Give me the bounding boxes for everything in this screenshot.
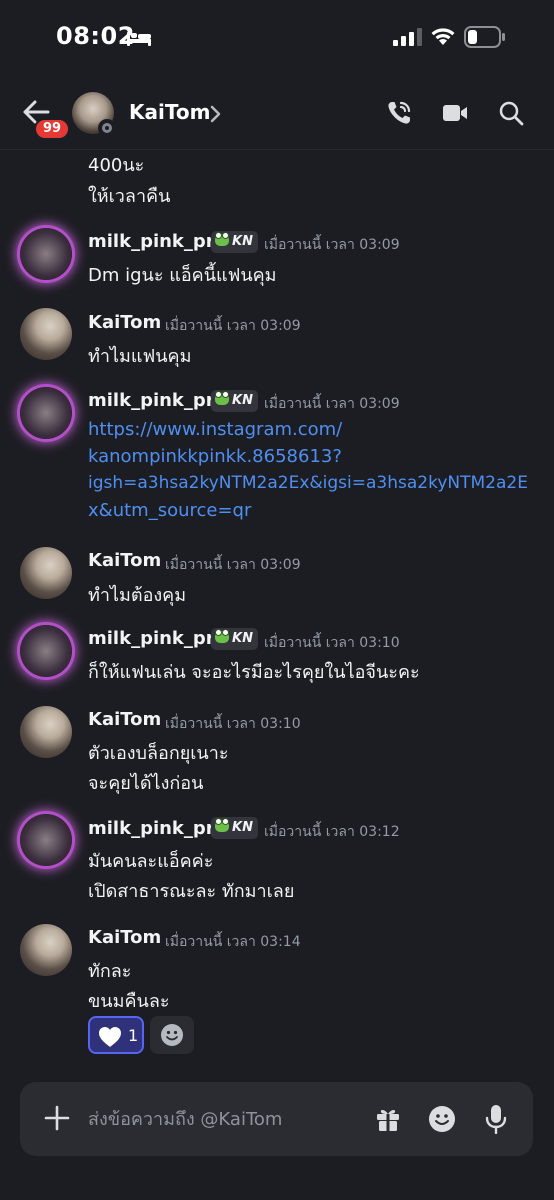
emoji-icon[interactable] [428,1105,456,1133]
frog-icon [215,818,229,832]
heart-icon [99,1027,121,1047]
message-author[interactable]: milk_pink_pr [88,390,215,411]
message-link[interactable]: https://www.instagram.com/ [88,419,342,440]
microphone-icon[interactable] [484,1104,508,1134]
guild-tag[interactable]: KN [211,628,258,650]
message-author[interactable]: KaiTom [88,550,161,571]
message-link[interactable]: igsh=a3hsa2kyNTM2a2Ex&igsi=a3hsa2kyNTM2a… [88,473,528,493]
gift-icon[interactable] [375,1106,401,1132]
avatar[interactable] [20,924,72,976]
guild-tag[interactable]: KN [211,390,258,412]
message-timestamp: เมื่อวานนี้ เวลา 03:09 [165,557,301,573]
frog-icon [215,232,229,246]
status-time: 08:02 [56,22,135,50]
message-text: Dm igนะ แอ็คนี้แฟนคุม [88,265,277,286]
message-author[interactable]: milk_pink_pr [88,231,215,252]
message-text: ทำไมต้องคุม [88,585,187,606]
avatar[interactable] [20,387,72,439]
cellular-signal-icon [393,28,422,46]
message-author[interactable]: milk_pink_pr [88,818,215,839]
status-bar: 08:02 [0,0,554,78]
wifi-icon [431,28,455,45]
message-author[interactable]: KaiTom [88,312,161,333]
emoji-icon [161,1024,183,1046]
avatar[interactable] [20,706,72,758]
message-composer [20,1082,533,1156]
message-timestamp: เมื่อวานนี้ เวลา 03:10 [264,635,400,651]
offline-status-icon [98,119,116,137]
avatar[interactable] [20,814,72,866]
message-text: ขนมคืนละ [88,991,170,1012]
message-input[interactable] [88,1096,358,1142]
message-timestamp: เมื่อวานนี้ เวลา 03:09 [264,396,400,412]
message-text: ก็ให้แฟนเล่น จะอะไรมีอะไรคุยในไอจีนะคะ [88,662,420,683]
chevron-right-icon[interactable] [210,105,222,123]
frog-icon [215,391,229,405]
message-timestamp: เมื่อวานนี้ เวลา 03:14 [165,934,301,950]
message-author[interactable]: milk_pink_pr [88,628,215,649]
message-text: ตัวเองบล็อกยุเนาะ [88,743,229,764]
search-icon[interactable] [498,100,524,126]
video-call-icon[interactable] [442,102,468,124]
add-reaction-button[interactable] [150,1016,194,1054]
guild-tag[interactable]: KN [211,817,258,839]
guild-tag[interactable]: KN [211,231,258,253]
message-link[interactable]: x&utm_source=qr [88,500,251,521]
message-author[interactable]: KaiTom [88,927,161,948]
message-text: ให้เวลาคืน [88,186,171,207]
message-link[interactable]: kanompinkkpinkk.8658613? [88,446,342,467]
message-text: จะคุยได้ไงก่อน [88,773,204,794]
guild-tag-label: KN [232,820,253,835]
message-author[interactable]: KaiTom [88,709,161,730]
avatar[interactable] [20,308,72,360]
reaction-count: 1 [128,1026,139,1045]
message-timestamp: เมื่อวานนี้ เวลา 03:10 [165,716,301,732]
reaction-heart-button[interactable]: 1 [88,1016,144,1054]
avatar[interactable] [20,625,72,677]
voice-call-icon[interactable] [386,100,412,126]
guild-tag-label: KN [232,393,253,408]
message-text: เปิดสาธารณะละ ทักมาเลย [88,881,295,902]
message-timestamp: เมื่อวานนี้ เวลา 03:09 [264,237,400,253]
message-timestamp: เมื่อวานนี้ เวลา 03:09 [165,318,301,334]
avatar[interactable] [20,547,72,599]
home-indicator-area [0,1168,554,1200]
chat-header: 99 KaiTom [0,78,554,150]
message-timestamp: เมื่อวานนี้ เวลา 03:12 [264,824,400,840]
sleep-focus-icon [127,32,151,46]
avatar[interactable] [20,228,72,280]
battery-icon [464,26,505,48]
plus-icon[interactable] [44,1105,70,1131]
guild-tag-label: KN [232,234,253,249]
unread-badge: 99 [34,118,70,140]
message-text: ทักละ [88,961,132,982]
frog-icon [215,629,229,643]
message-text: มันคนละแอ็คค่ะ [88,851,214,872]
message-text: ทำไมแฟนคุม [88,346,192,367]
page-title[interactable]: KaiTom [129,100,210,124]
guild-tag-label: KN [232,631,253,646]
message-text: 400นะ [88,155,145,176]
